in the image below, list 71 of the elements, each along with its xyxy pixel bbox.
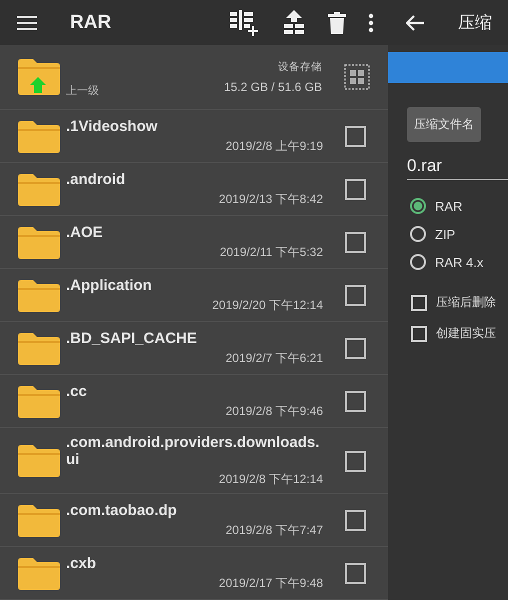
back-arrow-icon[interactable] [406, 14, 424, 30]
folder-icon [18, 174, 60, 206]
folder-name: .cxb [66, 555, 98, 572]
dialog-title: 压缩 [458, 12, 492, 34]
folder-up-icon [18, 59, 60, 95]
modified-date: 2019/2/13 下午8:42 [218, 191, 323, 208]
folder-name: .com.taobao.dp [66, 502, 178, 519]
format-radio[interactable] [410, 226, 426, 242]
storage-usage: 15.2 GB / 51.6 GB [224, 80, 322, 94]
modified-date: 2019/2/11 下午5:32 [220, 244, 323, 261]
format-label: ZIP [435, 226, 456, 242]
folder-name: .1Videoshow [66, 118, 158, 135]
extract-icon[interactable] [282, 10, 306, 36]
modified-date: 2019/2/8 上午9:19 [226, 138, 323, 155]
folder-icon [18, 386, 60, 418]
select-checkbox[interactable] [345, 450, 366, 472]
folder-icon [18, 445, 60, 477]
folder-row[interactable]: .com.taobao.dp 2019/2/8 下午7:47 [0, 494, 388, 547]
select-checkbox[interactable] [345, 285, 366, 306]
folder-row[interactable]: .android 2019/2/13 下午8:42 [0, 163, 388, 216]
folder-icon [18, 332, 60, 364]
option-checkbox[interactable] [411, 326, 427, 342]
option-checkbox[interactable] [411, 294, 427, 310]
folder-row[interactable]: .com.android.providers.downloads.ui 2019/2/8 下午12:14 [0, 428, 388, 494]
grid-view-icon[interactable] [344, 64, 370, 90]
folder-name: .com.android.providers.downloads.ui [66, 434, 320, 468]
modified-date: 2019/2/17 下午9:48 [218, 575, 323, 592]
format-label: RAR 4.x [435, 254, 484, 270]
folder-name: .cc [66, 383, 88, 400]
modified-date: 2019/2/7 下午6:21 [226, 350, 323, 367]
option-label: 创建固实压 [436, 325, 496, 342]
folder-icon [18, 558, 60, 590]
select-checkbox[interactable] [345, 510, 366, 531]
parent-folder-row[interactable]: 上一级 设备存储 15.2 GB / 51.6 GB [0, 45, 388, 110]
folder-icon [18, 504, 60, 536]
format-radio[interactable] [410, 254, 426, 270]
select-checkbox[interactable] [345, 232, 366, 253]
folder-icon [18, 120, 60, 152]
option-label: 压缩后删除 [436, 294, 496, 311]
format-label: RAR [435, 198, 462, 214]
folder-name: .Application [66, 277, 153, 294]
folder-name: .AOE [66, 224, 104, 241]
folder-name: .android [66, 171, 126, 188]
folder-row[interactable]: .1Videoshow 2019/2/8 上午9:19 [0, 110, 388, 163]
modified-date: 2019/2/8 下午12:14 [218, 471, 323, 488]
storage-label: 设备存储 [278, 60, 322, 74]
archive-name-button[interactable]: 压缩文件名 [407, 107, 481, 142]
folder-name: .BD_SAPI_CACHE [66, 330, 198, 347]
select-checkbox[interactable] [345, 563, 366, 584]
archive-name-field[interactable]: 0.rar [407, 156, 508, 180]
modified-date: 2019/2/20 下午12:14 [212, 297, 323, 314]
format-radio[interactable] [410, 198, 426, 214]
select-checkbox[interactable] [345, 126, 366, 147]
folder-row[interactable]: .cxb 2019/2/17 下午9:48 [0, 547, 388, 600]
folder-row[interactable]: .Application 2019/2/20 下午12:14 [0, 269, 388, 322]
add-to-archive-icon[interactable] [230, 10, 260, 36]
folder-row[interactable]: .AOE 2019/2/11 下午5:32 [0, 216, 388, 269]
menu-icon[interactable] [17, 16, 37, 30]
parent-folder-label: 上一级 [66, 82, 99, 98]
more-icon[interactable] [368, 12, 374, 32]
select-checkbox[interactable] [345, 179, 366, 200]
modified-date: 2019/2/8 下午9:46 [226, 403, 323, 420]
modified-date: 2019/2/8 下午7:47 [226, 522, 323, 539]
folder-row[interactable]: .BD_SAPI_CACHE 2019/2/7 下午6:21 [0, 322, 388, 375]
app-title: RAR [70, 12, 112, 34]
folder-icon [18, 226, 60, 258]
delete-icon[interactable] [328, 12, 346, 34]
folder-icon [18, 280, 60, 312]
select-checkbox[interactable] [345, 338, 366, 359]
select-checkbox[interactable] [345, 391, 366, 412]
folder-row[interactable]: .cc 2019/2/8 下午9:46 [0, 375, 388, 428]
